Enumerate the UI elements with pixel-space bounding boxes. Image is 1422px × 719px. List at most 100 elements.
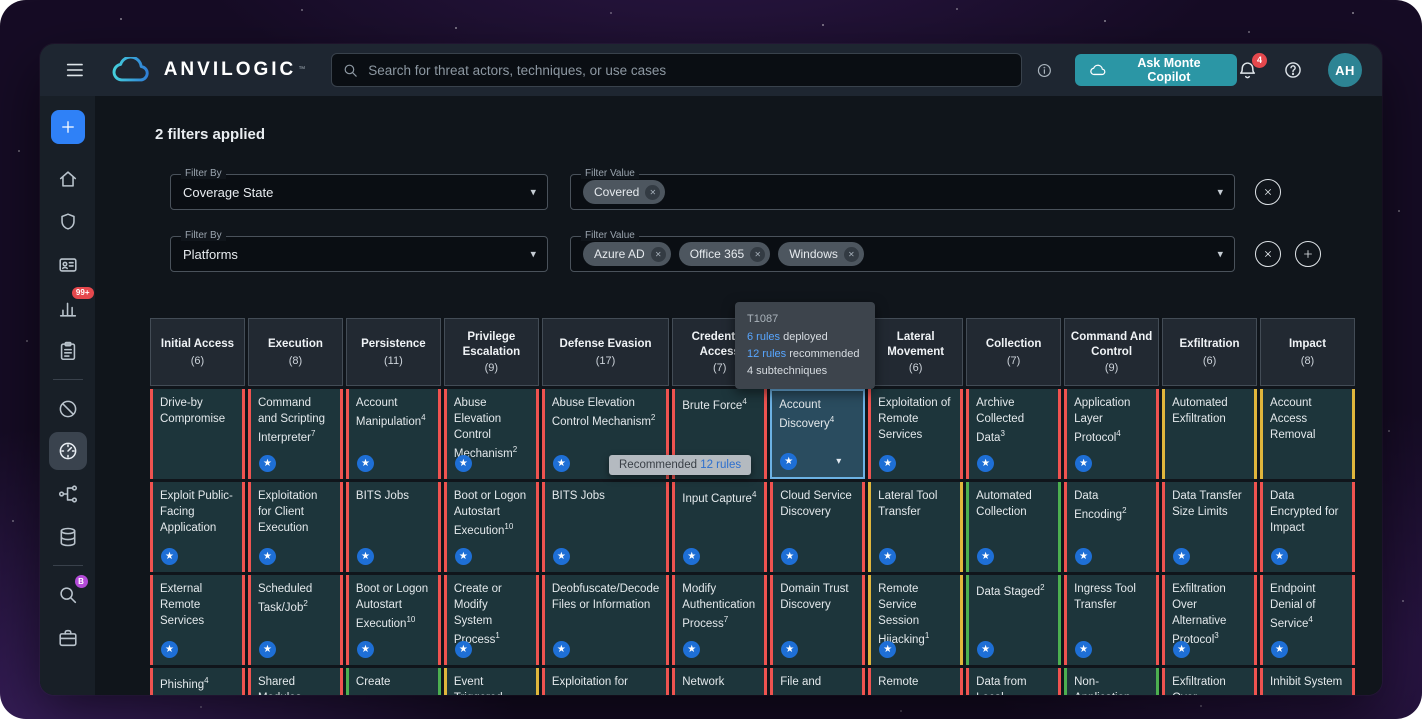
technique-cell[interactable]: Command and Scripting Interpreter7 ★ <box>247 389 343 479</box>
expand-caret-icon[interactable]: ▾ <box>836 455 841 469</box>
technique-cell[interactable]: Inhibit System <box>1260 668 1355 695</box>
sidebar-item-clipboard[interactable] <box>49 329 87 372</box>
recommended-line: 12 rules recommended <box>747 348 860 361</box>
technique-name: Boot or Logon Autostart Execution10 <box>355 583 429 630</box>
technique-cell[interactable]: Data Staged2 ★ <box>966 575 1062 665</box>
sidebar-item-database[interactable] <box>49 515 87 558</box>
sidebar-item-id-card[interactable] <box>49 243 87 286</box>
technique-cell[interactable]: Phishing4 <box>150 668 245 695</box>
menu-icon[interactable] <box>64 59 86 81</box>
technique-cell[interactable]: Automated Collection ★ <box>966 482 1062 572</box>
technique-cell[interactable]: Modify Authentication Process7 ★ <box>672 575 768 665</box>
search-input[interactable] <box>368 62 1012 78</box>
sidebar-item-block[interactable] <box>49 387 87 430</box>
sidebar-item-bar-chart[interactable]: 99+ <box>49 286 94 329</box>
technique-cell[interactable]: Exfiltration Over <box>1162 668 1258 695</box>
sidebar-add-button[interactable] <box>50 110 85 144</box>
deployed-star-icon: ★ <box>356 641 374 658</box>
remove-filter-button[interactable] <box>1255 179 1281 205</box>
sidebar-item-briefcase[interactable] <box>49 616 87 659</box>
technique-cell[interactable]: Boot or Logon Autostart Execution10 ★ <box>345 575 441 665</box>
tactic-header[interactable]: Defense Evasion (17) <box>541 318 670 386</box>
technique-cell[interactable]: Drive-by Compromise <box>150 389 245 479</box>
remove-filter-button[interactable] <box>1255 241 1281 267</box>
technique-cell[interactable]: Remote Service Session Hijacking1 ★ <box>868 575 964 665</box>
technique-cell[interactable]: Exfiltration Over Alternative Protocol3 ★ <box>1162 575 1258 665</box>
technique-cell[interactable]: Account Manipulation4 ★ <box>345 389 441 479</box>
add-filter-button[interactable] <box>1295 241 1321 267</box>
technique-cell[interactable]: Archive Collected Data3 ★ <box>966 389 1062 479</box>
filter-by-select[interactable]: Filter By Platforms ▾ <box>170 230 548 272</box>
technique-cell[interactable]: BITS Jobs ★ <box>345 482 441 572</box>
technique-cell[interactable]: Lateral Tool Transfer ★ <box>868 482 964 572</box>
technique-cell[interactable]: Ingress Tool Transfer ★ <box>1064 575 1160 665</box>
technique-cell[interactable]: Automated Exfiltration <box>1162 389 1258 479</box>
technique-cell[interactable]: Data Encrypted for Impact ★ <box>1260 482 1355 572</box>
notifications-button[interactable]: 4 <box>1237 52 1267 81</box>
technique-cell[interactable]: Endpoint Denial of Service4 ★ <box>1260 575 1355 665</box>
filter-chip[interactable]: Azure AD ✕ <box>583 242 671 266</box>
technique-cell[interactable]: File and <box>770 668 866 695</box>
technique-cell[interactable]: Non-Application <box>1064 668 1160 695</box>
technique-cell[interactable]: Network <box>672 668 768 695</box>
tactic-header[interactable]: Lateral Movement (6) <box>868 318 964 386</box>
ask-monte-copilot-button[interactable]: Ask Monte Copilot <box>1075 54 1237 86</box>
technique-cell[interactable]: Exploitation for Client Execution ★ <box>247 482 343 572</box>
tactic-header[interactable]: Exfiltration (6) <box>1162 318 1258 386</box>
technique-name: Exfiltration Over <box>1172 676 1226 695</box>
tactic-header[interactable]: Execution (8) <box>247 318 343 386</box>
chip-remove-icon[interactable]: ✕ <box>750 246 766 262</box>
technique-cell[interactable]: Data Encoding2 ★ <box>1064 482 1160 572</box>
technique-cell[interactable]: Application Layer Protocol4 ★ <box>1064 389 1160 479</box>
technique-cell[interactable]: Remote <box>868 668 964 695</box>
technique-cell[interactable]: Create <box>345 668 441 695</box>
technique-cell[interactable]: External Remote Services ★ <box>150 575 245 665</box>
technique-cell[interactable]: Create or Modify System Process1 ★ <box>443 575 539 665</box>
filter-chip-row: Covered ✕ <box>583 180 666 204</box>
technique-cell[interactable]: Data from Local <box>966 668 1062 695</box>
sidebar-item-home[interactable] <box>49 157 87 200</box>
technique-cell[interactable]: Exploit Public-Facing Application ★ <box>150 482 245 572</box>
technique-cell[interactable]: Shared Modules <box>247 668 343 695</box>
tactic-header[interactable]: Impact (8) <box>1260 318 1355 386</box>
technique-cell[interactable]: Account Access Removal <box>1260 389 1355 479</box>
technique-cell[interactable]: Exploitation for <box>541 668 670 695</box>
deployed-star-icon: ★ <box>879 455 897 472</box>
help-icon[interactable] <box>1283 60 1303 80</box>
technique-cell[interactable]: Data Transfer Size Limits ★ <box>1162 482 1258 572</box>
filter-value-select[interactable]: Filter Value Covered ✕ ▾ <box>570 168 1235 210</box>
technique-cell[interactable]: Event Triggered <box>443 668 539 695</box>
global-search[interactable] <box>331 53 1023 87</box>
technique-cell[interactable]: Domain Trust Discovery ★ <box>770 575 866 665</box>
sidebar-item-gauge[interactable] <box>48 432 87 470</box>
tactic-header[interactable]: Privilege Escalation (9) <box>443 318 539 386</box>
chip-remove-icon[interactable]: ✕ <box>843 246 859 262</box>
tactic-header[interactable]: Command And Control (9) <box>1064 318 1160 386</box>
technique-cell[interactable]: Exploitation of Remote Services ★ <box>868 389 964 479</box>
technique-cell[interactable]: Input Capture4 ★ <box>672 482 768 572</box>
technique-cell[interactable]: Account Discovery4 ★ ▾ <box>770 389 866 479</box>
tactic-header[interactable]: Collection (7) <box>966 318 1062 386</box>
technique-cell[interactable]: Abuse Elevation Control Mechanism2 ★ <box>443 389 539 479</box>
user-avatar[interactable]: AH <box>1328 53 1362 87</box>
technique-cell[interactable]: Cloud Service Discovery ★ <box>770 482 866 572</box>
chip-remove-icon[interactable]: ✕ <box>650 246 666 262</box>
technique-cell[interactable]: Scheduled Task/Job2 ★ <box>247 575 343 665</box>
filter-chip[interactable]: Covered ✕ <box>583 180 666 204</box>
sidebar-item-search[interactable]: B <box>49 573 88 616</box>
technique-name: Archive Collected Data3 <box>976 397 1025 444</box>
deployed-star-icon: ★ <box>879 548 897 565</box>
sidebar-item-hierarchy[interactable] <box>49 472 87 515</box>
filter-by-select[interactable]: Filter By Coverage State ▾ <box>170 168 548 210</box>
technique-cell[interactable]: BITS Jobs ★ <box>541 482 670 572</box>
chip-remove-icon[interactable]: ✕ <box>645 184 661 200</box>
technique-cell[interactable]: Deobfuscate/Decode Files or Information ★ <box>541 575 670 665</box>
filter-value-select[interactable]: Filter Value Azure AD ✕ Office 365 ✕ Windows… <box>570 230 1235 272</box>
tactic-header[interactable]: Initial Access (6) <box>150 318 245 386</box>
tactic-header[interactable]: Persistence (11) <box>345 318 441 386</box>
filter-chip[interactable]: Office 365 ✕ <box>678 242 771 266</box>
filter-chip[interactable]: Windows ✕ <box>778 242 864 266</box>
sidebar-item-shield[interactable] <box>49 200 87 243</box>
technique-cell[interactable]: Boot or Logon Autostart Execution10 ★ <box>443 482 539 572</box>
info-icon[interactable] <box>1036 62 1053 79</box>
